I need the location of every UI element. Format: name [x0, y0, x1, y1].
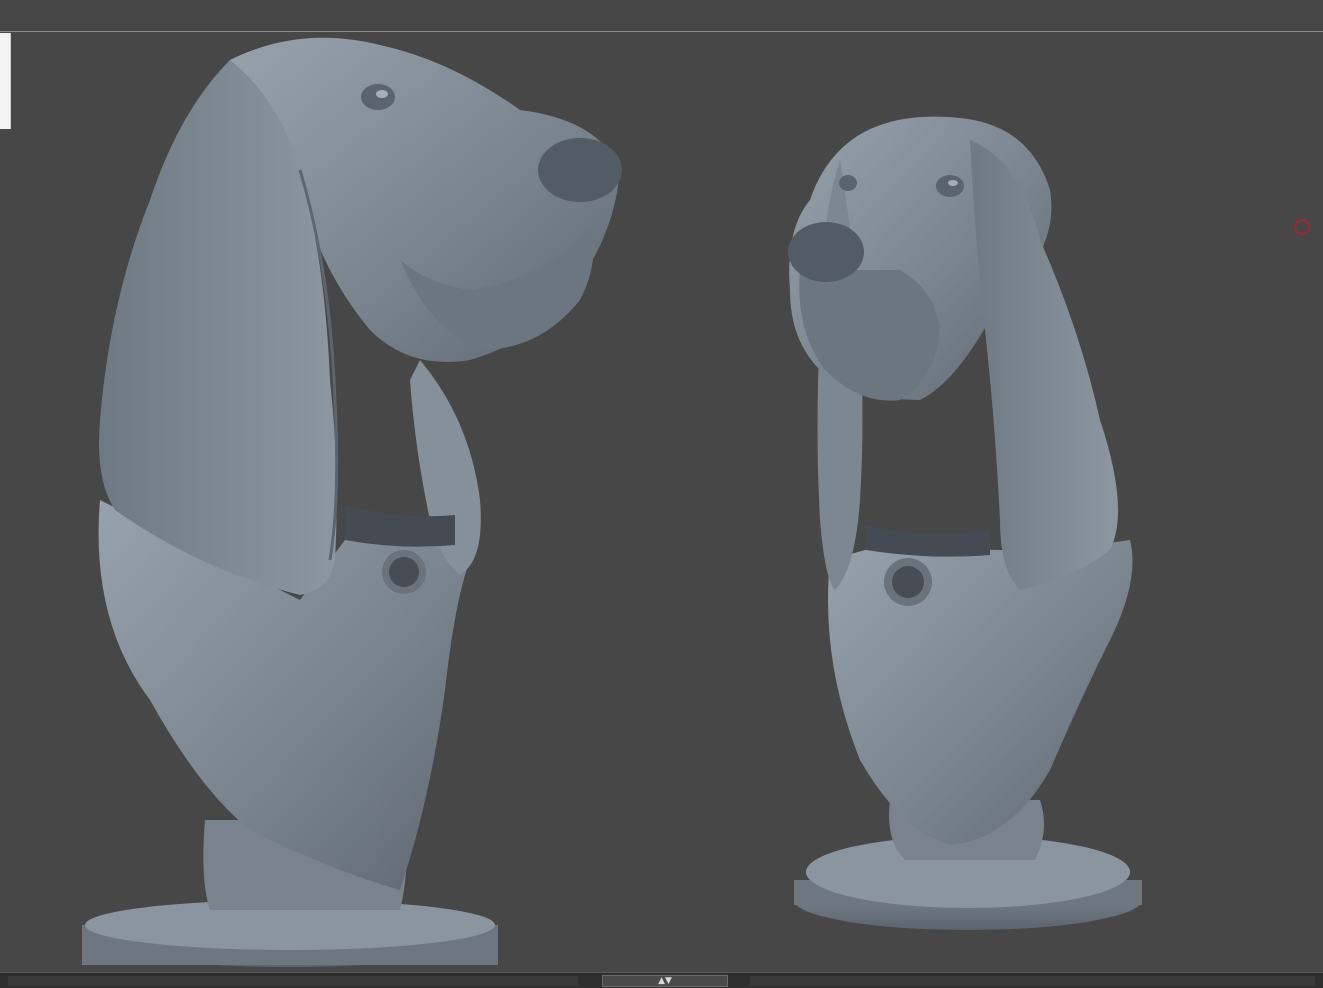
bottom-status-bar: ▲▼ — [0, 972, 1323, 988]
bust-model-right[interactable] — [788, 116, 1142, 930]
expand-arrows-icon: ▲▼ — [658, 976, 672, 986]
bottom-tray-handle[interactable]: ▲▼ — [602, 975, 728, 987]
sculpting-app-window: ▲▼ — [0, 0, 1323, 988]
viewport-canvas — [82, 37, 1142, 967]
top-toolbar-strip — [0, 0, 1323, 32]
collar-right — [866, 525, 990, 557]
brush-cursor-icon — [1294, 219, 1310, 235]
bottom-bar-track-left — [8, 976, 578, 986]
nose-left — [538, 138, 622, 202]
eye-a-highlight-right — [948, 180, 958, 186]
nose-right — [788, 222, 864, 282]
3d-viewport[interactable] — [0, 32, 1323, 972]
eye-left — [361, 84, 395, 110]
collar-tag-inner-left — [389, 557, 419, 587]
bust-model-left[interactable] — [82, 37, 622, 967]
bottom-bar-track-right — [750, 976, 1315, 986]
eye-highlight-left — [376, 90, 388, 98]
panel-toggle-icon[interactable] — [0, 33, 11, 129]
collar-tag-inner-right — [892, 566, 924, 598]
eye-b-right — [839, 175, 857, 191]
chest-right — [828, 540, 1133, 845]
eye-a-right — [936, 175, 964, 197]
